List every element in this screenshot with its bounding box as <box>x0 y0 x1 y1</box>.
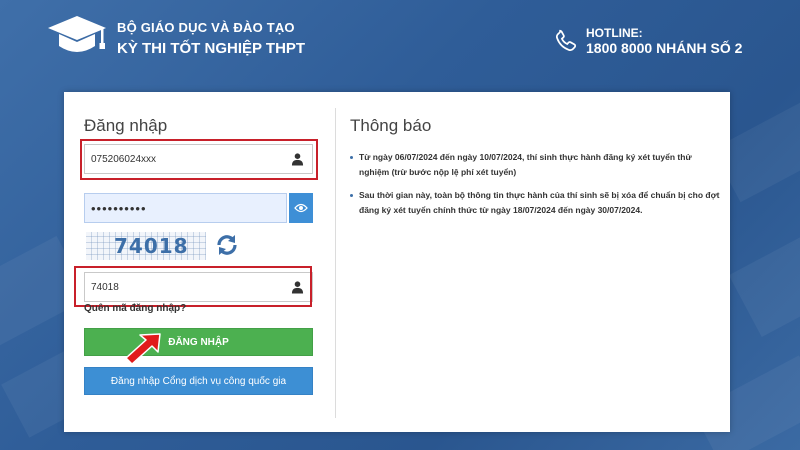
password-input[interactable] <box>85 194 280 222</box>
login-button[interactable]: ĐĂNG NHẬP <box>84 328 313 356</box>
column-divider <box>335 108 336 418</box>
password-field[interactable] <box>84 193 287 223</box>
national-portal-login-button[interactable]: Đăng nhập Cổng dịch vụ công quốc gia <box>84 367 313 395</box>
forgot-password-link[interactable]: Quên mã đăng nhập? <box>84 303 186 314</box>
main-card: Đăng nhập 74018 Quên mã đăng <box>64 92 730 432</box>
captcha-text: 74018 <box>114 234 189 258</box>
captcha-image: 74018 <box>86 232 206 260</box>
notice-item: Sau thời gian này, toàn bộ thông tin thự… <box>350 188 720 218</box>
login-title: Đăng nhập <box>84 116 168 135</box>
graduation-cap-icon <box>48 16 106 52</box>
brand-exam-name: KỲ THI TỐT NGHIỆP THPT <box>117 40 306 57</box>
phone-icon <box>556 29 577 51</box>
brand-ministry: BỘ GIÁO DỤC VÀ ĐÀO TẠO <box>117 20 295 35</box>
notice-item: Từ ngày 06/07/2024 đến ngày 10/07/2024, … <box>350 150 720 180</box>
notice-title: Thông báo <box>350 116 432 135</box>
show-password-button[interactable] <box>289 193 313 223</box>
eye-icon <box>294 203 308 213</box>
hotline-number: 1800 8000 NHÁNH SỐ 2 <box>586 40 743 56</box>
header: BỘ GIÁO DỤC VÀ ĐÀO TẠO KỲ THI TỐT NGHIỆP… <box>0 0 800 78</box>
username-highlight-box <box>80 139 318 180</box>
notice-list: Từ ngày 06/07/2024 đến ngày 10/07/2024, … <box>350 150 720 226</box>
red-arrow-icon <box>125 333 161 365</box>
hotline-label: HOTLINE: <box>586 26 643 40</box>
captcha-highlight-box <box>74 266 312 307</box>
refresh-icon[interactable] <box>215 233 239 257</box>
